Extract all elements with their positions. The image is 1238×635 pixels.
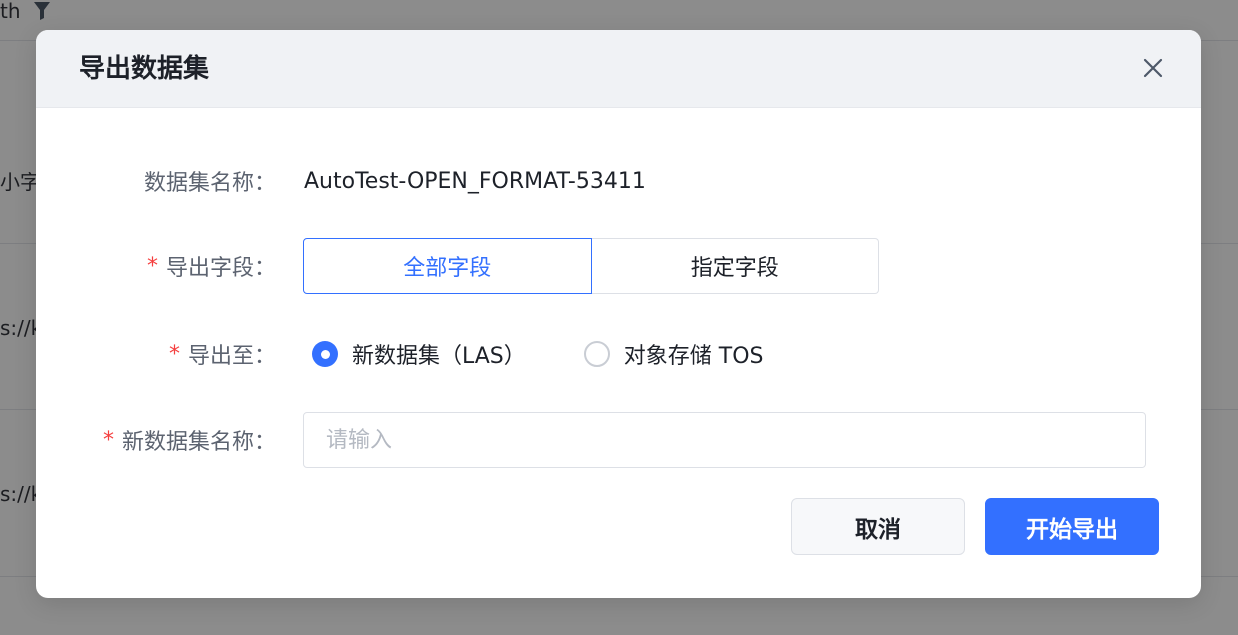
new-dataset-name-input[interactable] — [303, 412, 1146, 468]
start-export-button[interactable]: 开始导出 — [985, 498, 1159, 555]
radio-new-dataset[interactable]: 新数据集（LAS） — [312, 338, 526, 370]
export-to-radio-group: 新数据集（LAS） 对象存储 TOS — [312, 326, 822, 382]
export-to-label: * 导出至： — [168, 341, 276, 370]
radio-unchecked-icon — [583, 341, 610, 367]
radio-label: 对象存储 TOS — [623, 344, 764, 369]
export-fields-label: * 导出字段： — [146, 253, 276, 282]
segment-specified-fields[interactable]: 指定字段 — [591, 238, 879, 294]
modal-title: 导出数据集 — [79, 54, 210, 84]
required-asterisk: * — [102, 427, 114, 453]
close-button[interactable] — [1141, 56, 1165, 80]
dataset-name-label: 数据集名称： — [143, 171, 276, 196]
required-asterisk: * — [146, 253, 158, 279]
export-dataset-modal: 导出数据集 数据集名称： AutoTest-OPEN_FORMAT-53411 … — [36, 30, 1201, 598]
radio-label: 新数据集（LAS） — [352, 344, 526, 369]
required-asterisk: * — [168, 341, 180, 367]
export-fields-row: * 导出字段： 全部字段 指定字段 — [36, 238, 1201, 294]
segment-all-fields[interactable]: 全部字段 — [303, 238, 592, 294]
modal-header: 导出数据集 — [36, 30, 1201, 108]
radio-checked-icon — [312, 341, 338, 367]
new-dataset-name-row: * 新数据集名称： — [36, 412, 1201, 468]
radio-object-storage[interactable]: 对象存储 TOS — [583, 338, 764, 370]
cancel-button[interactable]: 取消 — [791, 498, 965, 555]
export-fields-segmented: 全部字段 指定字段 — [303, 238, 879, 294]
dataset-name-row: 数据集名称： AutoTest-OPEN_FORMAT-53411 — [36, 153, 1201, 209]
dataset-name-value: AutoTest-OPEN_FORMAT-53411 — [304, 168, 646, 194]
close-icon — [1143, 58, 1163, 78]
new-dataset-name-label: * 新数据集名称： — [102, 427, 276, 456]
export-to-row: * 导出至： 新数据集（LAS） 对象存储 TOS — [36, 326, 1201, 382]
